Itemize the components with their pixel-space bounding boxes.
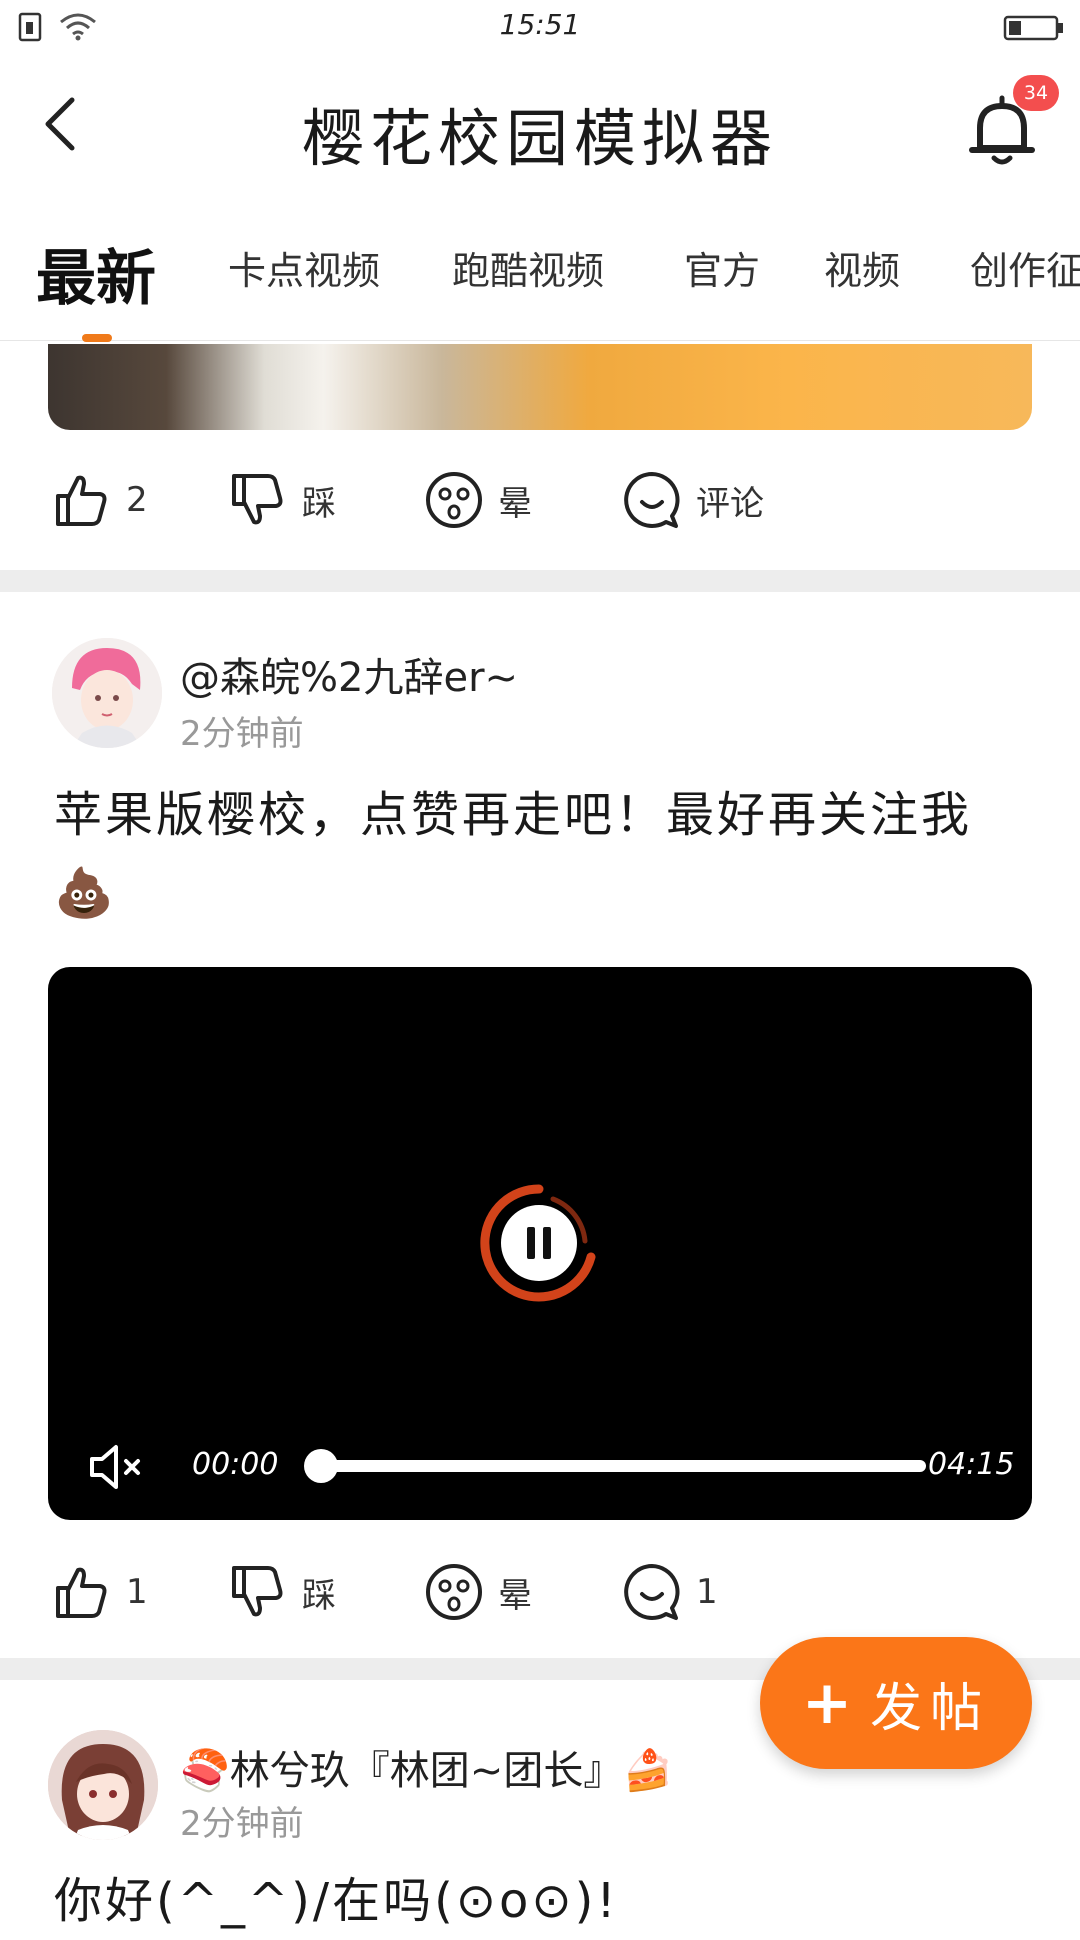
dizzy-face-icon [426,1564,482,1620]
tab-beat-video[interactable]: 卡点视频 [228,240,380,295]
tab-latest[interactable]: 最新 [36,230,156,317]
create-post-label: 发帖 [870,1678,991,1739]
mute-icon[interactable] [86,1437,146,1497]
create-post-button[interactable]: + 发帖 [760,1637,1032,1769]
tab-video[interactable]: 视频 [824,240,900,295]
status-time: 15:51 [499,8,581,41]
plus-icon: + [801,1668,853,1738]
dislike-label: 踩 [302,1575,336,1616]
like-count: 2 [126,480,148,520]
comment-button[interactable]: 1 [622,1562,718,1622]
post-time: 2分钟前 [180,714,304,754]
comment-label: 评论 [696,483,764,524]
tab-indicator [82,334,112,342]
video-progress-thumb[interactable] [304,1449,338,1483]
dislike-button[interactable]: 踩 [228,470,336,530]
video-player[interactable]: 00:00 04:15 [48,967,1032,1520]
like-button[interactable]: 2 [52,470,148,530]
pause-button[interactable] [475,1179,603,1307]
comment-button[interactable]: 评论 [622,470,764,530]
dizzy-label: 晕 [498,1575,532,1616]
avatar[interactable] [48,1730,158,1840]
video-total-time: 04:15 [928,1447,1015,1482]
like-count: 1 [126,1572,148,1612]
dislike-label: 踩 [302,483,336,524]
divider [0,570,1080,592]
comment-icon [624,472,680,528]
avatar[interactable] [52,638,162,748]
thumbs-down-icon [232,1566,283,1617]
dizzy-button[interactable]: 晕 [424,470,532,530]
post-actions: 2 踩 晕 评论 [0,450,1080,550]
tab-parkour-video[interactable]: 跑酷视频 [452,240,604,295]
dizzy-label: 晕 [498,483,532,524]
post-time: 2分钟前 [180,1804,304,1844]
comment-count: 1 [696,1572,718,1612]
post-text: 苹果版樱校，点赞再走吧！最好再关注我💩 [54,787,973,921]
comment-icon [624,1564,680,1620]
video-progress-track[interactable] [322,1460,926,1472]
avatar-illustration [48,1730,158,1840]
dizzy-face-icon [426,472,482,528]
post-actions: 1 踩 晕 1 [0,1542,1080,1642]
status-bar: 15:51 [0,0,1080,56]
post-image[interactable] [48,344,1032,430]
post-username[interactable]: @森皖%2九辞er~ [180,645,518,703]
dislike-button[interactable]: 踩 [228,1562,336,1622]
post-username[interactable]: 🍣林兮玖『林团~团长』🍰 [180,1738,673,1796]
video-current-time: 00:00 [192,1447,279,1482]
post-text: 你好(^_^)/在吗(⊙o⊙)! [54,1873,619,1929]
page-title: 樱花校园模拟器 [301,102,778,175]
thumbs-up-icon [56,475,107,526]
dizzy-button[interactable]: 晕 [424,1562,532,1622]
avatar-illustration [52,638,162,748]
tab-contest[interactable]: 创作征 [970,240,1080,295]
tab-official[interactable]: 官方 [684,240,760,295]
tab-bar: 最新 卡点视频 跑酷视频 官方 视频 创作征 [0,210,1080,341]
thumbs-down-icon [232,474,283,525]
thumbs-up-icon [56,1567,107,1618]
like-button[interactable]: 1 [52,1562,148,1622]
battery-icon [1003,15,1063,41]
notification-badge: 34 [1013,75,1059,111]
